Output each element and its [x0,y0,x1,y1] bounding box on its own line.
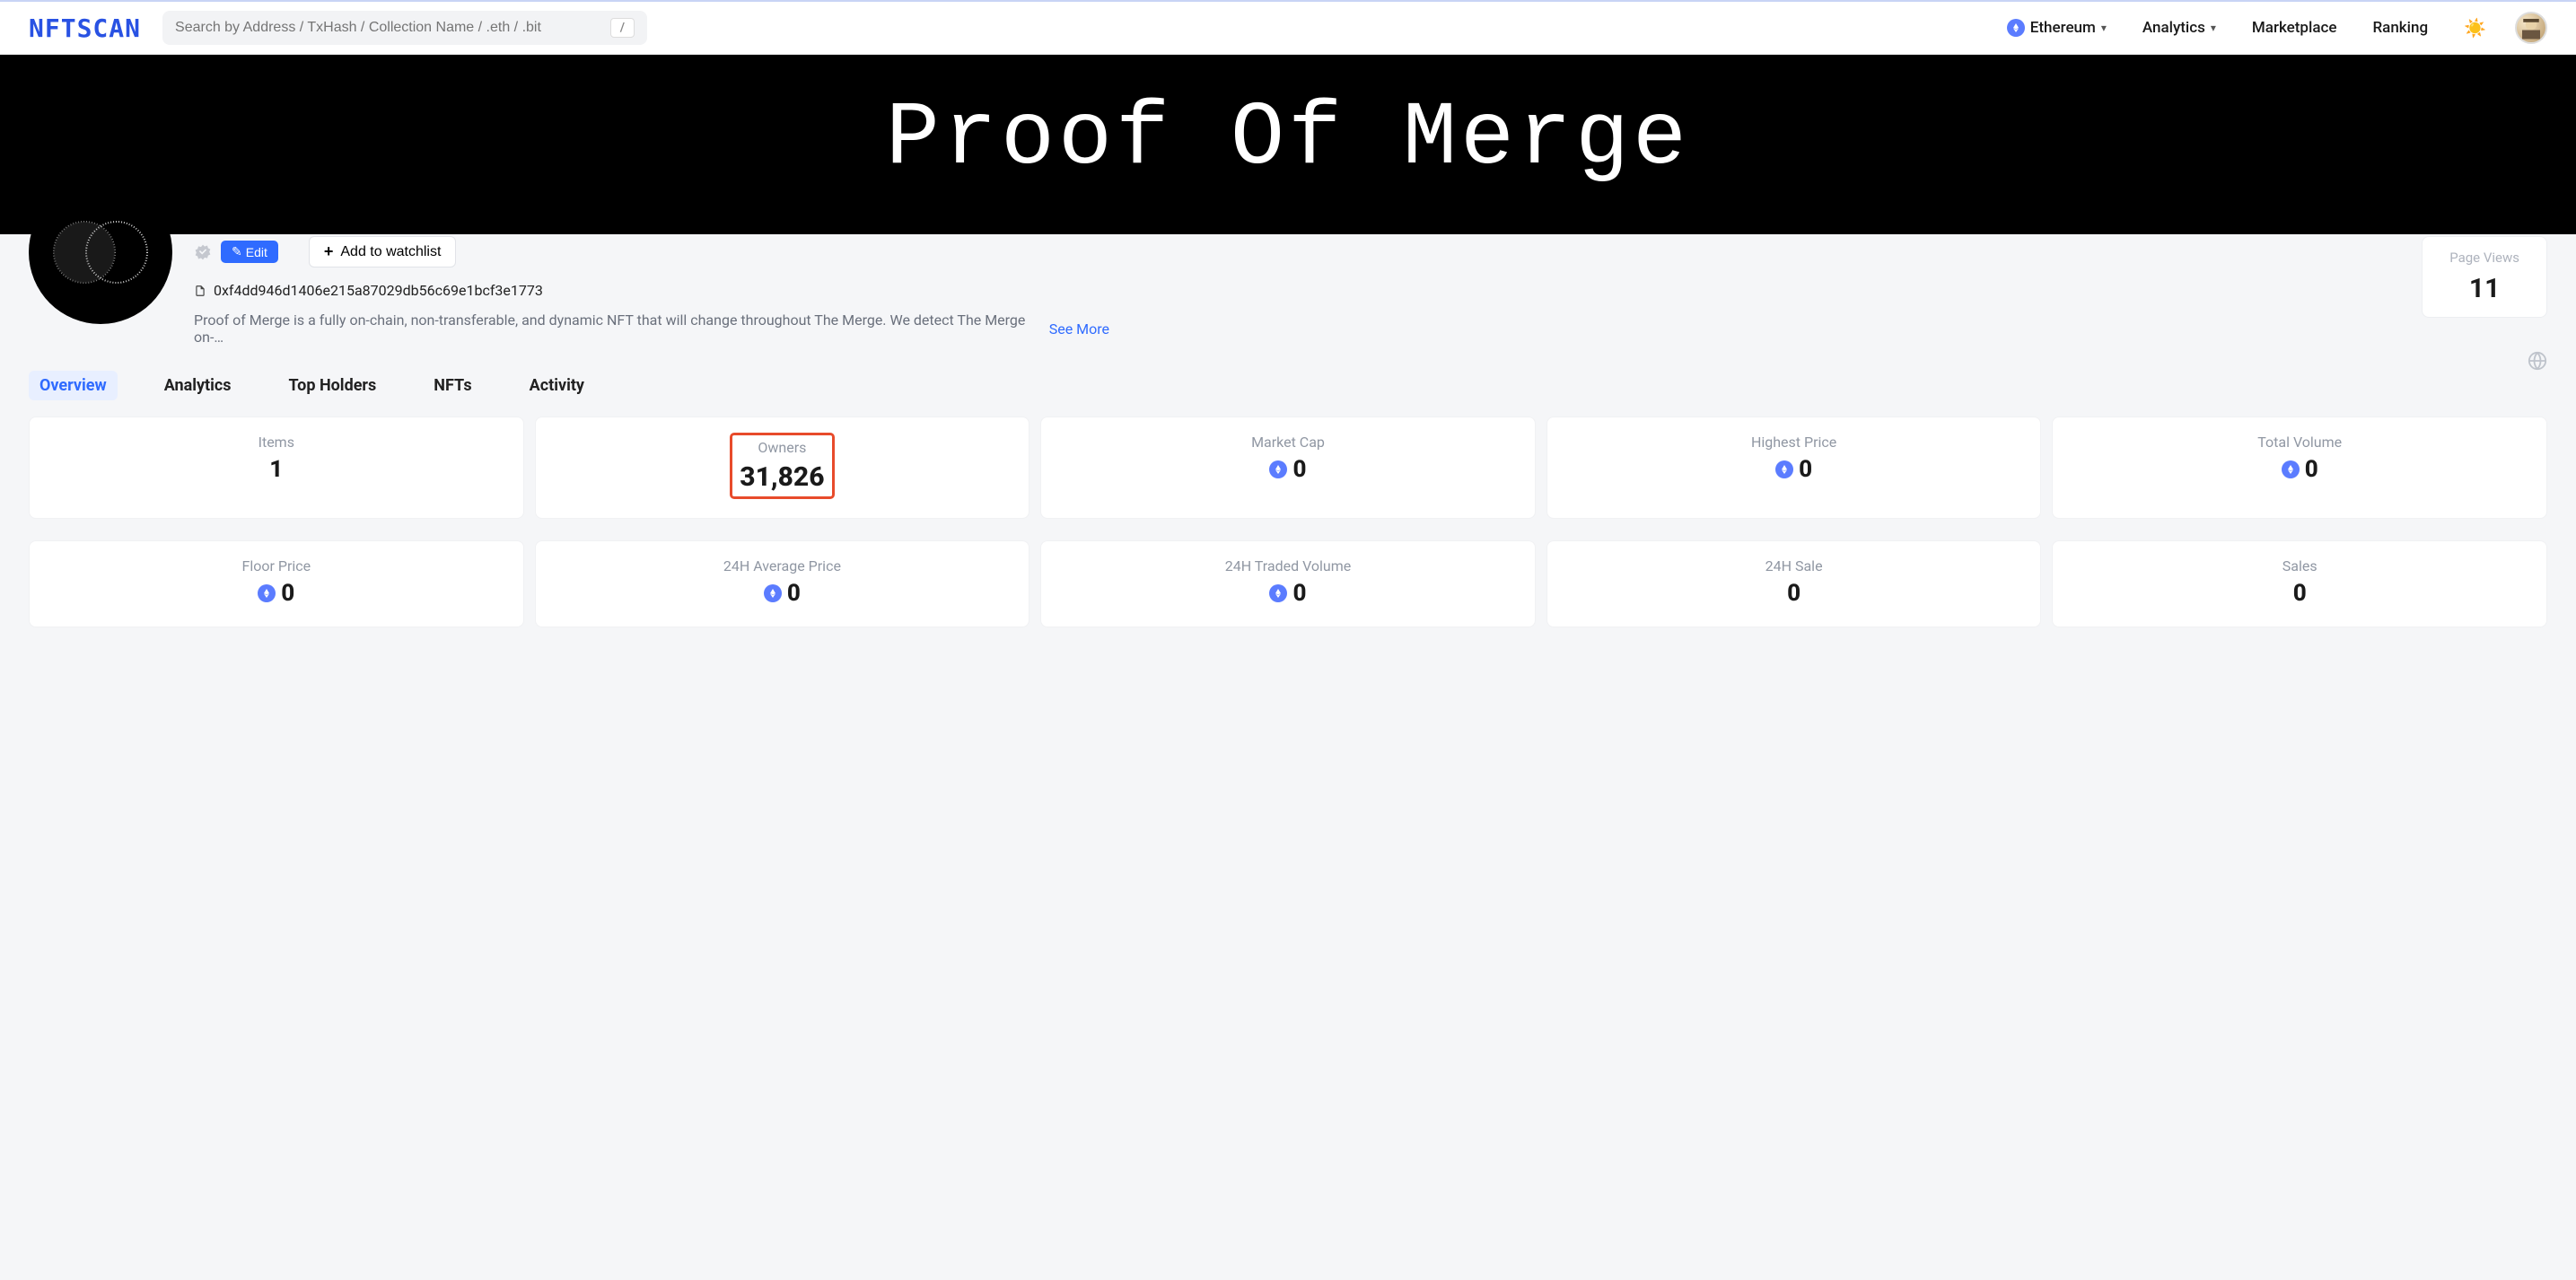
stat-card[interactable]: Owners 31,826 [535,416,1030,519]
document-icon [194,284,206,298]
stat-label: Market Cap [1059,434,1517,451]
nav-analytics[interactable]: Analytics ▾ [2135,13,2223,42]
stat-card[interactable]: Total Volume 0 [2052,416,2547,519]
nav-ranking[interactable]: Ranking [2365,13,2435,42]
pageviews-card: Page Views 11 [2422,236,2547,318]
edit-button-label: Edit [246,245,267,259]
nav-analytics-label: Analytics [2142,19,2205,37]
chevron-down-icon: ▾ [2211,22,2216,34]
stats-row-2: Floor Price024H Average Price024H Traded… [0,540,2576,649]
tab-overview[interactable]: Overview [29,371,118,400]
search-shortcut-key: / [610,18,635,38]
stat-value: 0 [2071,456,2528,483]
sun-icon: ☀️ [2464,17,2486,39]
ethereum-icon [1775,460,1793,478]
stat-card[interactable]: 24H Sale 0 [1546,540,2042,627]
nav-ranking-label: Ranking [2372,19,2428,37]
stat-label: Sales [2071,557,2528,574]
stat-label: Highest Price [1565,434,2023,451]
globe-icon [2528,351,2547,371]
pencil-icon: ✎ [232,244,242,259]
edit-button[interactable]: ✎ Edit [221,241,278,263]
ethereum-icon [258,584,276,602]
verified-badge-icon [194,243,212,261]
theme-toggle[interactable]: ☀️ [2457,12,2493,44]
stat-label: Items [48,434,505,451]
stat-value: 0 [554,580,1012,607]
topbar: NFTSCAN / Ethereum ▾ Analytics ▾ Marketp… [0,0,2576,55]
stat-card[interactable]: Highest Price 0 [1546,416,2042,519]
tab-top-holders[interactable]: Top Holders [278,371,388,400]
contract-address-row: 0xf4dd946d1406e215a87029db56c69e1bcf3e17… [194,282,2422,299]
tabs-nav: Overview Analytics Top Holders NFTs Activity [0,346,2576,416]
stat-value: 1 [48,456,505,483]
ethereum-icon [1269,460,1287,478]
stat-value: 0 [48,580,505,607]
stat-value: 0 [1565,456,2023,483]
contract-address[interactable]: 0xf4dd946d1406e215a87029db56c69e1bcf3e17… [214,282,543,299]
description-row: Proof of Merge is a fully on-chain, non-… [194,311,1109,346]
logo[interactable]: NFTSCAN [29,13,141,43]
stat-card[interactable]: Market Cap 0 [1040,416,1536,519]
collection-avatar[interactable] [29,180,172,324]
ethereum-icon [2282,460,2300,478]
ethereum-icon [2007,19,2025,37]
website-link[interactable] [2528,351,2547,374]
see-more-link[interactable]: See More [1049,320,1109,338]
banner-title: Proof Of Merge [886,89,1690,190]
profile-body: ✎ Edit + Add to watchlist 0xf4dd946d1406… [172,180,2422,346]
ethereum-icon [1269,584,1287,602]
stat-card[interactable]: Items 1 [29,416,524,519]
plus-icon: + [324,242,334,261]
ethereum-icon [764,584,782,602]
stat-card[interactable]: Floor Price 0 [29,540,524,627]
add-watchlist-button[interactable]: + Add to watchlist [309,236,457,267]
stat-label: 24H Sale [1565,557,2023,574]
pageviews-value: 11 [2449,273,2519,304]
profile-actions: ✎ Edit + Add to watchlist [194,236,2422,267]
stat-label: Floor Price [48,557,505,574]
stat-value: 0 [1059,580,1517,607]
profile-section: ✎ Edit + Add to watchlist 0xf4dd946d1406… [0,180,2576,346]
stat-value: 0 [2071,580,2528,607]
chevron-down-icon: ▾ [2101,22,2107,34]
stat-card[interactable]: Sales 0 [2052,540,2547,627]
nav-marketplace[interactable]: Marketplace [2245,13,2344,42]
tab-nfts[interactable]: NFTs [423,371,482,400]
stat-label: 24H Average Price [554,557,1012,574]
user-avatar[interactable] [2515,12,2547,44]
collection-description: Proof of Merge is a fully on-chain, non-… [194,311,1042,346]
stat-value: 0 [1059,456,1517,483]
search-input[interactable] [175,20,603,36]
stat-label: Owners [740,439,824,456]
stat-value: 0 [1565,580,2023,607]
stat-value: 31,826 [740,461,824,493]
stat-label: Total Volume [2071,434,2528,451]
stats-row-1: Items1Owners31,826Market Cap0Highest Pri… [0,416,2576,540]
nav-marketplace-label: Marketplace [2252,19,2337,37]
tab-analytics[interactable]: Analytics [153,371,242,400]
stat-card[interactable]: 24H Average Price 0 [535,540,1030,627]
search-container[interactable]: / [162,11,647,45]
watchlist-button-label: Add to watchlist [340,244,441,260]
pageviews-label: Page Views [2449,250,2519,266]
chain-selector[interactable]: Ethereum ▾ [2000,13,2114,42]
tab-activity[interactable]: Activity [519,371,595,400]
stat-label: 24H Traded Volume [1059,557,1517,574]
stat-card[interactable]: 24H Traded Volume 0 [1040,540,1536,627]
chain-label: Ethereum [2030,19,2096,37]
